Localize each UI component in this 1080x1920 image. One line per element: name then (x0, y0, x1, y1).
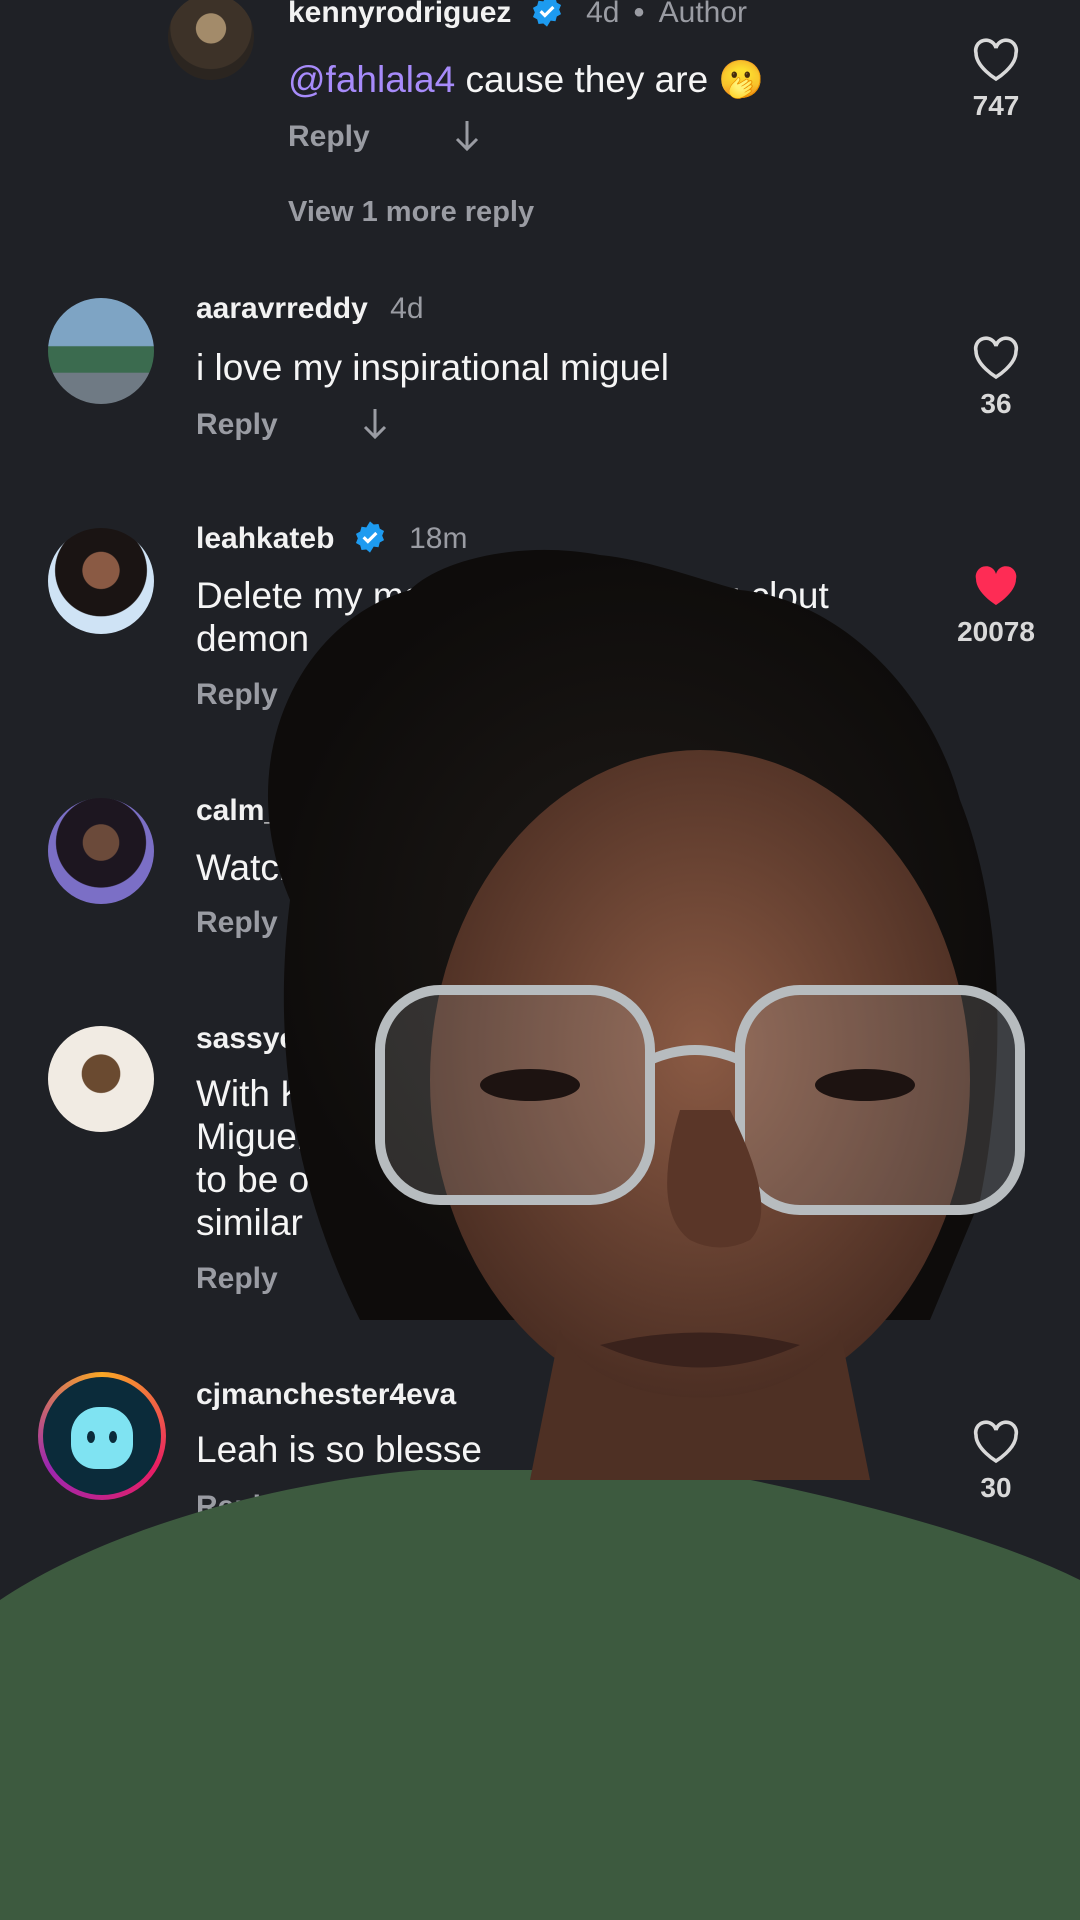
like-count: 747 (972, 90, 1020, 121)
comment-text: With Ken Miguel’s to be on similar (196, 1073, 347, 1243)
reply-button[interactable]: Reply (196, 906, 278, 940)
username[interactable]: cjmanchester4eva (196, 1378, 456, 1411)
down-arrow-icon[interactable] (360, 676, 390, 712)
username[interactable]: kennyrodriguez (288, 0, 511, 29)
view-more-replies[interactable]: View 1 more reply (288, 196, 534, 229)
like-count: 36 (980, 388, 1012, 419)
avatar[interactable] (48, 798, 154, 904)
username[interactable]: calm_collecte (196, 794, 393, 827)
avatar[interactable] (48, 298, 154, 404)
down-arrow-icon[interactable] (360, 406, 390, 442)
like-button[interactable]: 30 (946, 1420, 1046, 1504)
verified-badge-icon (532, 0, 561, 27)
heart-icon (973, 336, 1019, 380)
like-count: 20078 (957, 616, 1035, 647)
like-button[interactable]: 747 (946, 38, 1046, 122)
avatar[interactable] (48, 528, 154, 634)
comment-text: @fahlala4 cause they are 🫢 (288, 59, 765, 100)
comment-text: i love my inspirational miguel (196, 347, 669, 388)
reply-button[interactable]: Reply (288, 120, 370, 154)
like-button[interactable]: 36 (946, 336, 1046, 420)
reply-button[interactable]: Reply (196, 408, 278, 442)
author-label: Author (658, 0, 748, 29)
comment-meta: calm_collecte (196, 794, 393, 828)
timestamp: 18m (409, 522, 468, 555)
comment-meta: leahkateb 18m (196, 520, 467, 556)
username[interactable]: leahkateb (196, 522, 334, 555)
like-button[interactable]: 20078 (946, 564, 1046, 648)
timestamp: 4d (390, 292, 424, 325)
comment-meta: cjmanchester4eva (196, 1378, 456, 1412)
avatar[interactable] (48, 1026, 154, 1132)
reply-button[interactable]: Reply (196, 1262, 278, 1296)
comment-meta: sassycjc_1 (196, 1022, 355, 1056)
green-screen-person-overlay (0, 549, 1080, 1920)
like-count: 30 (980, 1472, 1012, 1503)
separator-dot: • (633, 0, 645, 29)
avatar[interactable] (38, 1372, 166, 1500)
comment-text: Leah is so blesse (196, 1429, 482, 1470)
username[interactable]: aaravrreddy (196, 292, 368, 325)
heart-icon (973, 38, 1019, 82)
down-arrow-icon[interactable] (452, 118, 482, 154)
reply-button[interactable]: Reply (196, 1490, 278, 1524)
reply-button[interactable]: Reply (196, 678, 278, 712)
down-arrow-icon[interactable] (360, 1260, 390, 1296)
username[interactable]: sassycjc_1 (196, 1022, 355, 1055)
verified-badge-icon (355, 521, 384, 553)
avatar[interactable] (168, 0, 254, 80)
timestamp: 4d (586, 0, 620, 29)
heart-icon (973, 1420, 1019, 1464)
comment-text: Delete my man off your page you clout de… (196, 575, 829, 659)
comment-meta: kennyrodriguez 4d • Author (288, 0, 747, 30)
heart-filled-icon (975, 566, 1017, 605)
comment-text: Watching t (196, 847, 370, 888)
mention-link[interactable]: @fahlala4 (288, 59, 455, 100)
comment-meta: aaravrreddy 4d (196, 292, 424, 326)
